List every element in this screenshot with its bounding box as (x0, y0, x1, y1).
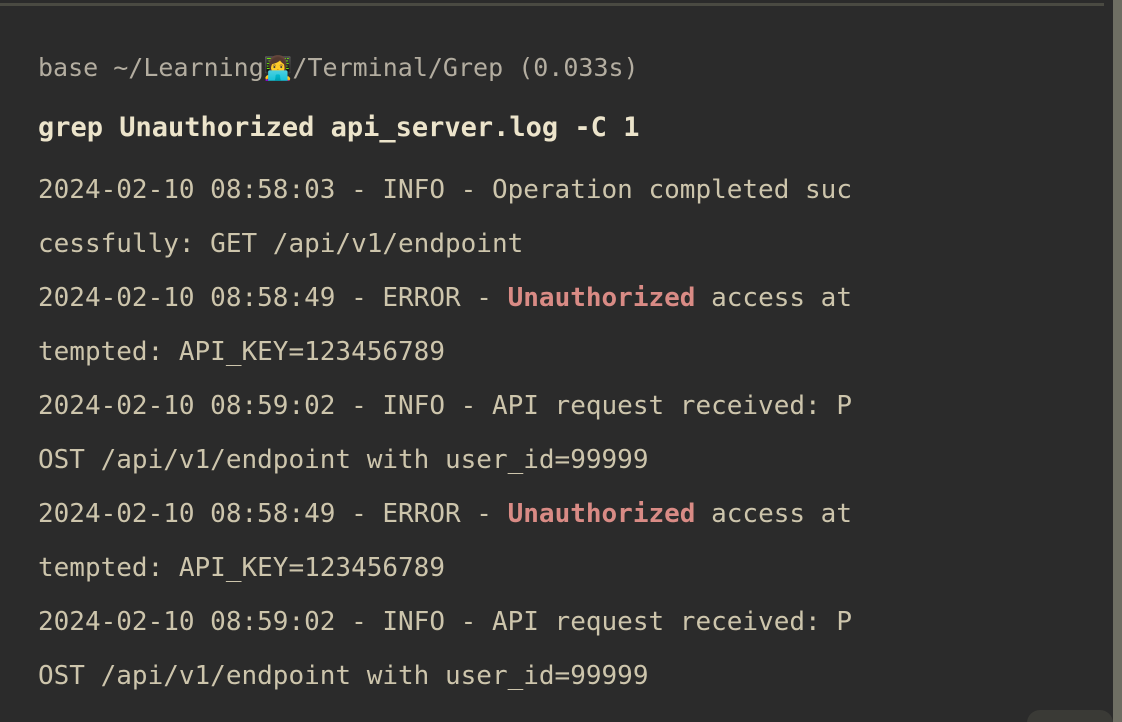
vertical-scrollbar[interactable] (1113, 0, 1122, 722)
output-line: cessfully: GET /api/v1/endpoint (38, 229, 524, 259)
output-line: OST /api/v1/endpoint with user_id=99999 (38, 661, 649, 691)
output-line: tempted: API_KEY=123456789 (38, 553, 445, 583)
output-line-suffix: access at (695, 499, 852, 529)
shell-prompt-line: base ~/Learning👩‍💻/Terminal/Grep (0.033s… (38, 44, 1088, 93)
output-line-suffix: access at (695, 283, 852, 313)
grep-match-highlight: Unauthorized (507, 283, 696, 313)
output-line: OST /api/v1/endpoint with user_id=99999 (38, 445, 649, 475)
output-line-prefix: 2024-02-10 08:58:49 - ERROR - (38, 499, 508, 529)
output-line: 2024-02-10 08:58:03 - INFO - Operation c… (38, 175, 852, 205)
output-line: 2024-02-10 08:58:49 - ERROR - Unauthoriz… (38, 271, 1088, 325)
output-line: 2024-02-10 08:58:49 - ERROR - Unauthoriz… (38, 487, 1088, 541)
terminal-window: base ~/Learning👩‍💻/Terminal/Grep (0.033s… (0, 0, 1122, 722)
output-line-prefix: 2024-02-10 08:58:49 - ERROR - (38, 283, 508, 313)
grep-results-list: 2024-02-10 08:58:03 - INFO - Operation c… (38, 163, 1088, 703)
output-line: 2024-02-10 08:59:02 - INFO - API request… (38, 391, 852, 421)
grep-match-highlight: Unauthorized (507, 499, 696, 529)
command-line[interactable]: grep Unauthorized api_server.log -C 1 (38, 93, 1088, 163)
prompt-path-after-emoji: /Terminal/Grep (292, 53, 504, 82)
prompt-path-before-emoji: base ~/Learning (38, 53, 264, 82)
output-line: 2024-02-10 08:59:02 - INFO - API request… (38, 607, 852, 637)
window-top-divider (0, 3, 1104, 6)
output-line: tempted: API_KEY=123456789 (38, 337, 445, 367)
terminal-output-area: base ~/Learning👩‍💻/Terminal/Grep (0.033s… (38, 44, 1088, 703)
prompt-spacer (503, 53, 518, 82)
scrollbar-thumb[interactable] (1027, 710, 1113, 722)
woman-technologist-emoji: 👩‍💻 (263, 56, 293, 82)
prompt-duration: (0.033s) (518, 53, 639, 82)
